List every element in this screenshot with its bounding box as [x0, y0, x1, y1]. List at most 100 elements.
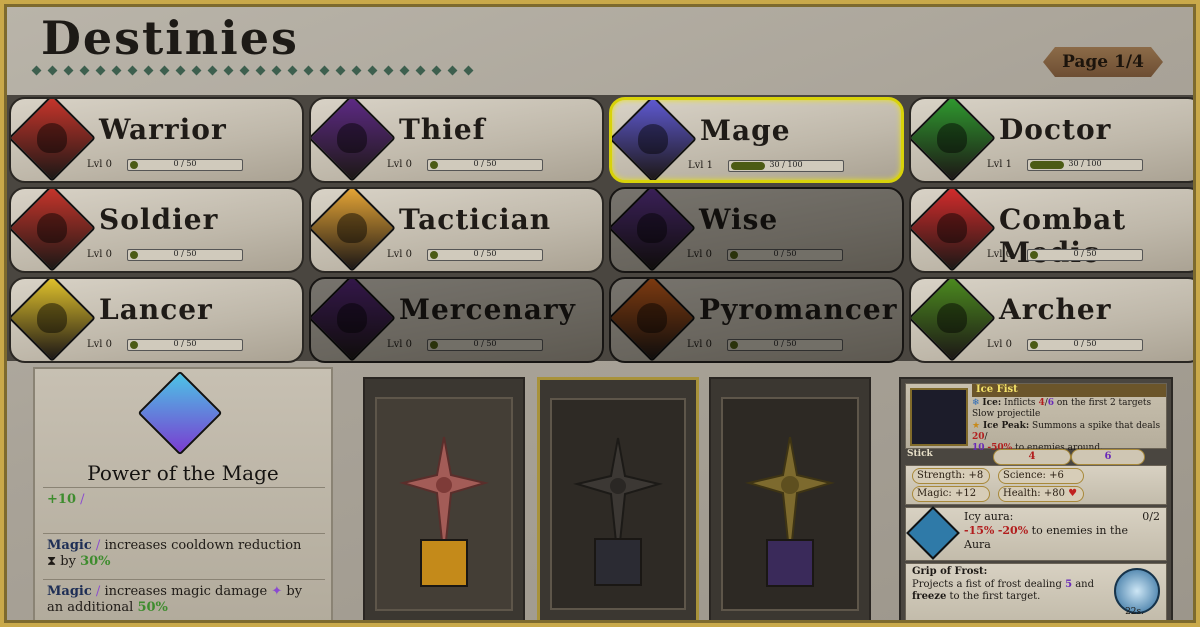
xp-text: 0 / 50	[773, 249, 797, 258]
destiny-name: Mercenary	[399, 293, 576, 326]
magic-label: Magic:	[917, 488, 952, 499]
wise-icon	[611, 189, 696, 271]
xp-text: 0 / 50	[1073, 249, 1097, 258]
archer-icon	[911, 279, 996, 361]
destinies-screen: Destinies Page 1/4 Warrior Lvl 00 / 50 Thi…	[4, 4, 1196, 623]
weapon-name: Ice Fist	[976, 384, 1018, 395]
destiny-name: Tactician	[399, 203, 552, 236]
destiny-name: Doctor	[999, 113, 1112, 146]
destiny-card-combat-medic[interactable]: Combat MedicLvl 00 / 50	[909, 187, 1193, 273]
stick-label: Stick	[907, 449, 933, 459]
peak-text: Summons a spike that deals	[1032, 420, 1161, 431]
destiny-card-thief[interactable]: Thief Lvl 0 0 / 50	[309, 97, 604, 183]
weapon-card-2[interactable]	[537, 377, 699, 620]
destiny-name: Thief	[399, 113, 486, 146]
destiny-card-pyromancer[interactable]: Pyromancer Lvl 0 0 / 50	[609, 277, 904, 363]
grip-text: to the first target.	[949, 591, 1041, 602]
ice-fist-icon	[910, 388, 968, 446]
destiny-card-tactician[interactable]: Tactician Lvl 0 0 / 50	[309, 187, 604, 273]
row-text: increases magic damage	[104, 584, 268, 599]
mage-slot-icon[interactable]	[766, 539, 814, 587]
mercenary-icon	[311, 279, 396, 361]
magic-wand-icon[interactable]	[420, 539, 468, 587]
cooldown-value: 22s.	[1125, 606, 1144, 617]
mage-icon	[612, 100, 697, 180]
grip-section: Grip of Frost: Projects a fist of frost …	[905, 563, 1167, 620]
magic-keyword: Magic	[47, 584, 92, 599]
weapon-card-3[interactable]	[709, 377, 871, 620]
destiny-card-warrior[interactable]: Warrior Lvl 0 0 / 50	[9, 97, 304, 183]
xp-bar: 0 / 50	[427, 159, 543, 171]
row-text: an additional	[47, 600, 134, 616]
destiny-card-archer[interactable]: Archer Lvl 0 0 / 50	[909, 277, 1193, 363]
power-row-cooldown: Magic ∕ increases cooldown reduction ⧗ b…	[43, 533, 325, 579]
grip-title: Grip of Frost:	[912, 566, 988, 577]
xp-text: 0 / 50	[1073, 339, 1097, 348]
magic-value: +12	[954, 488, 977, 499]
xp-text: 0 / 50	[473, 249, 497, 258]
destiny-card-doctor[interactable]: Doctor Lvl 1 30 / 100	[909, 97, 1193, 183]
row-text: increases cooldown reduction	[104, 538, 302, 553]
xp-bar: 0 / 50	[127, 249, 243, 261]
power-panel: Power of the Mage +10 ∕ Magic ∕ increase…	[33, 367, 333, 620]
aura-value-a: -15%	[964, 523, 995, 537]
xp-text: 0 / 50	[773, 339, 797, 348]
page-indicator[interactable]: Page 1/4	[1043, 47, 1163, 77]
xp-bar: 0 / 50	[1027, 339, 1143, 351]
thief-icon	[311, 99, 396, 181]
magic-stat: Magic: +12	[912, 486, 990, 502]
destiny-name: Pyromancer	[699, 293, 898, 326]
xp-text: 0 / 50	[173, 339, 197, 348]
wand-icon: ∕	[80, 492, 85, 507]
destiny-card-mercenary[interactable]: Mercenary Lvl 0 0 / 50	[309, 277, 604, 363]
strength-label: Strength:	[917, 470, 966, 481]
destiny-card-lancer[interactable]: Lancer Lvl 0 0 / 50	[9, 277, 304, 363]
lancer-icon	[11, 279, 96, 361]
destiny-level: Lvl 0	[987, 249, 1013, 260]
destiny-name: Archer	[999, 293, 1112, 326]
peak-label: Ice Peak:	[982, 420, 1030, 431]
grip-text: Projects a fist of frost dealing	[912, 578, 1062, 590]
combat-medic-icon	[911, 189, 996, 271]
peak-value-a: 20	[972, 431, 985, 442]
cooldown-value: 30%	[80, 554, 111, 570]
heart-icon: ♥	[1068, 488, 1078, 499]
xp-bar: 0 / 50	[727, 339, 843, 351]
ice-text: Inflicts	[1004, 398, 1036, 408]
destiny-name: Soldier	[99, 203, 219, 236]
destiny-level: Lvl 0	[687, 249, 713, 260]
xp-text: 0 / 50	[173, 159, 197, 168]
destiny-card-wise[interactable]: Wise Lvl 0 0 / 50	[609, 187, 904, 273]
destiny-card-mage[interactable]: Mage Lvl 1 30 / 100	[609, 97, 904, 183]
science-stat: Science: +6	[998, 468, 1084, 484]
xp-text: 0 / 50	[473, 339, 497, 348]
destiny-level: Lvl 0	[987, 339, 1013, 350]
destiny-name: Mage	[700, 114, 791, 147]
stick-value-b: 6	[1104, 451, 1112, 462]
stick-value-a: 4	[1028, 451, 1036, 462]
grip-value: 5	[1065, 578, 1073, 590]
destiny-name: Warrior	[99, 113, 227, 146]
xp-bar: 0 / 50	[427, 249, 543, 261]
mage-icon	[137, 370, 223, 456]
science-value: +6	[1049, 470, 1064, 481]
xp-text: 30 / 100	[769, 160, 803, 169]
weapon-card-1[interactable]	[363, 377, 525, 620]
row-text: by	[286, 584, 303, 599]
xp-bar: 0 / 50	[427, 339, 543, 351]
xp-bar: 0 / 50	[727, 249, 843, 261]
peak-separator: /	[984, 431, 988, 442]
star-icon: ★	[972, 420, 981, 431]
ice-fist-icon[interactable]	[594, 538, 642, 586]
peak-value-b: 10	[972, 443, 985, 453]
destiny-card-soldier[interactable]: Soldier Lvl 0 0 / 50	[9, 187, 304, 273]
stats-section: Strength: +8 Science: +6 Magic: +12 Heal…	[905, 465, 1167, 505]
destiny-level: Lvl 0	[387, 339, 413, 350]
destiny-level: Lvl 0	[387, 159, 413, 170]
ice-tail: on the first 2 targets	[1056, 398, 1152, 408]
destiny-grid: Warrior Lvl 0 0 / 50 Thief Lvl 0 0 / 50 Mage Lv…	[7, 95, 1193, 363]
slow-text: Slow projectile	[972, 409, 1041, 420]
science-label: Science:	[1003, 470, 1046, 481]
power-title: Power of the Mage	[87, 461, 279, 485]
aura-section: Icy aura: 0/2 -15% -20% to enemies in th…	[905, 506, 1167, 561]
